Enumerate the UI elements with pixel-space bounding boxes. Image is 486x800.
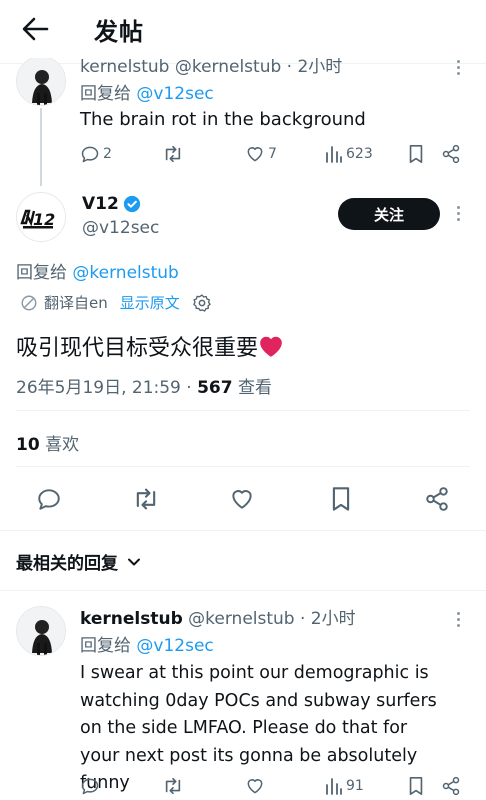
comment-icon[interactable] <box>36 486 62 512</box>
comment-icon <box>80 144 100 164</box>
bookmark-button[interactable] <box>407 776 425 796</box>
reply-to-line: 回复给 @v12sec <box>80 79 214 104</box>
divider <box>16 466 470 467</box>
chevron-down-icon <box>126 554 142 570</box>
share-icon <box>441 144 461 164</box>
reply-text: The brain rot in the background <box>80 109 366 130</box>
comment-icon <box>80 776 100 796</box>
view-label: 查看 <box>232 378 272 398</box>
post-text: 吸引现代目标受众很重要 <box>16 336 259 361</box>
retweet-icon <box>162 144 184 164</box>
retweet-icon <box>162 776 184 796</box>
heart-icon <box>245 144 265 164</box>
like-button[interactable]: 7 <box>245 144 277 164</box>
share-icon[interactable] <box>424 486 450 512</box>
reply-to-handle[interactable]: @v12sec <box>136 636 213 656</box>
avatar[interactable] <box>16 606 66 656</box>
likes-label: 喜欢 <box>39 435 80 455</box>
timestamp: 26年5月19日, 21:59 · <box>16 378 198 398</box>
more-icon[interactable] <box>457 206 463 224</box>
view-count: 567 <box>197 378 233 398</box>
back-arrow-icon[interactable] <box>20 15 50 43</box>
like-count: 7 <box>268 146 277 162</box>
translation-bar: 翻译自en 显示原文 <box>20 292 212 313</box>
more-icon[interactable] <box>457 60 463 78</box>
bookmark-icon[interactable] <box>329 486 353 512</box>
author-name[interactable]: kernelstub <box>80 609 183 629</box>
bookmark-icon <box>407 144 425 164</box>
reply-to-prefix: 回复给 <box>16 263 67 283</box>
translate-icon <box>20 294 38 312</box>
show-original-link[interactable]: 显示原文 <box>120 292 180 313</box>
reply-to-line: 回复给 @v12sec <box>80 631 214 656</box>
author-row: kernelstub @kernelstub · 2小时 <box>80 604 356 629</box>
red-heart-emoji-icon <box>258 334 284 358</box>
likes-summary[interactable]: 10 喜欢 <box>16 430 79 455</box>
reply-to-line: 回复给 @kernelstub <box>16 258 179 283</box>
like-button[interactable] <box>245 776 265 796</box>
author-handle[interactable]: @kernelstub <box>188 609 294 629</box>
post-time: · 2小时 <box>294 609 356 629</box>
share-button[interactable] <box>441 144 461 164</box>
bookmark-icon <box>407 776 425 796</box>
translated-from: 翻译自en <box>44 294 108 312</box>
author-row: V12 <box>82 194 141 214</box>
avatar[interactable] <box>16 56 66 106</box>
reply-button[interactable] <box>80 776 100 796</box>
heart-icon <box>245 776 265 796</box>
reply-to-handle[interactable]: @v12sec <box>136 84 213 104</box>
view-count: 91 <box>346 778 364 794</box>
heart-icon[interactable] <box>229 486 255 512</box>
avatar[interactable]: 12 <box>16 192 66 242</box>
views-button[interactable]: 623 <box>325 144 373 164</box>
more-icon[interactable] <box>457 612 463 630</box>
reply-to-handle[interactable]: @kernelstub <box>72 263 178 283</box>
bar-chart-icon <box>325 144 343 164</box>
gear-icon[interactable] <box>192 293 212 313</box>
reply-count: 2 <box>103 146 112 162</box>
retweet-icon[interactable] <box>132 486 160 512</box>
timestamp-row: 26年5月19日, 21:59 · 567 查看 <box>16 373 272 398</box>
share-icon <box>441 776 461 796</box>
reply-to-prefix: 回复给 <box>80 84 131 104</box>
author-name[interactable]: V12 <box>82 194 119 214</box>
top-bar: 发帖 <box>0 0 486 58</box>
reply-to-prefix: 回复给 <box>80 636 131 656</box>
divider <box>0 530 486 531</box>
reply-text: I swear at this point our demographic is… <box>80 663 437 793</box>
divider <box>0 590 486 591</box>
divider <box>16 410 470 411</box>
view-count: 623 <box>346 146 373 162</box>
share-button[interactable] <box>441 776 461 796</box>
bar-chart-icon <box>325 776 343 796</box>
follow-button[interactable]: 关注 <box>338 198 440 230</box>
sort-dropdown[interactable]: 最相关的回复 <box>16 549 142 574</box>
author-handle[interactable]: @v12sec <box>82 218 159 238</box>
likes-count: 10 <box>16 435 40 455</box>
verified-badge-icon <box>123 195 141 213</box>
views-button[interactable]: 91 <box>325 776 364 796</box>
bookmark-button[interactable] <box>407 144 425 164</box>
retweet-button[interactable] <box>162 144 184 164</box>
retweet-button[interactable] <box>162 776 184 796</box>
page-title: 发帖 <box>94 18 144 46</box>
thread-line <box>40 108 42 186</box>
reply-button[interactable]: 2 <box>80 144 112 164</box>
post-text-row: 吸引现代目标受众很重要 <box>16 330 284 362</box>
sort-label: 最相关的回复 <box>16 554 118 574</box>
